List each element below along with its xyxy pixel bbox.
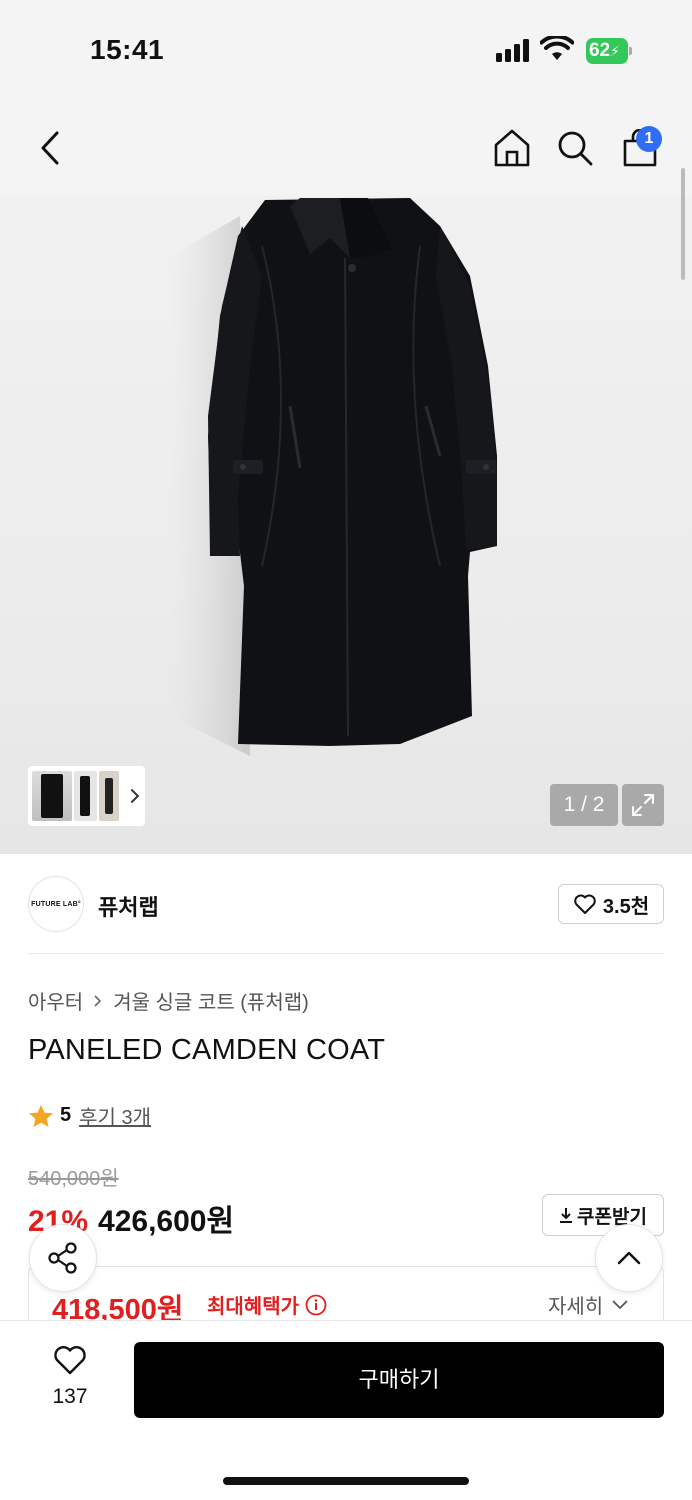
download-icon bbox=[560, 1208, 573, 1223]
detail-toggle[interactable]: 자세히 bbox=[548, 1290, 629, 1319]
wishlist-count: 137 bbox=[52, 1385, 88, 1408]
top-nav-bar bbox=[0, 100, 692, 196]
back-button[interactable] bbox=[30, 128, 70, 168]
scroll-to-top-button[interactable] bbox=[595, 1224, 663, 1292]
thumbnail-3[interactable] bbox=[99, 771, 120, 821]
home-icon bbox=[494, 129, 530, 167]
share-icon bbox=[48, 1242, 77, 1274]
star-icon bbox=[29, 1104, 53, 1127]
chevron-down-icon bbox=[612, 1299, 628, 1309]
sale-price: 426,600원 bbox=[98, 1205, 235, 1238]
heart-outline-icon bbox=[574, 894, 596, 914]
brand-name[interactable]: 퓨처랩 bbox=[98, 890, 159, 922]
search-button[interactable] bbox=[555, 128, 595, 168]
chevron-up-icon bbox=[617, 1251, 641, 1265]
max-benefit-label: 최대혜택가 bbox=[207, 1290, 327, 1319]
max-benefit-label-text: 최대혜택가 bbox=[207, 1296, 299, 1318]
breadcrumb-item-category[interactable]: 아우터 bbox=[28, 986, 83, 1015]
cellular-signal-icon bbox=[496, 39, 529, 62]
status-time: 15:41 bbox=[90, 34, 165, 65]
info-icon[interactable] bbox=[305, 1294, 327, 1316]
fullscreen-button[interactable] bbox=[622, 784, 664, 826]
battery-icon: 62⚡ bbox=[586, 38, 632, 64]
chevron-right-icon[interactable] bbox=[125, 786, 145, 806]
product-title: PANELED CAMDEN COAT bbox=[28, 1034, 386, 1066]
search-icon bbox=[558, 131, 593, 166]
chevron-left-icon bbox=[41, 131, 59, 165]
battery-level: 62 bbox=[589, 40, 611, 61]
product-gallery[interactable]: 1 / 2 bbox=[0, 196, 692, 854]
rating-summary: 5 후기 3개 bbox=[28, 1101, 151, 1130]
page-scrollbar[interactable] bbox=[681, 168, 685, 280]
brand-like-count: 3.5천 bbox=[602, 895, 650, 918]
breadcrumb-item-subcategory[interactable]: 겨울 싱글 코트 (퓨처랩) bbox=[113, 986, 309, 1015]
heart-outline-icon bbox=[54, 1346, 86, 1375]
divider bbox=[28, 953, 664, 954]
brand-like-button[interactable]: 3.5천 bbox=[558, 884, 664, 924]
original-price: 540,000원 bbox=[28, 1168, 119, 1190]
product-image-coat bbox=[170, 198, 497, 756]
buy-button[interactable]: 구매하기 bbox=[134, 1342, 664, 1418]
thumbnail-1[interactable] bbox=[32, 771, 72, 821]
breadcrumb: 아우터 겨울 싱글 코트 (퓨처랩) bbox=[28, 986, 309, 1015]
status-bar: 15:41 62⚡ bbox=[0, 0, 692, 100]
thumbnail-2[interactable] bbox=[73, 771, 98, 821]
expand-icon bbox=[632, 794, 654, 816]
rating-score: 5 bbox=[60, 1104, 72, 1126]
share-button[interactable] bbox=[29, 1224, 97, 1292]
image-counter: 1 / 2 bbox=[550, 784, 618, 826]
home-indicator[interactable] bbox=[223, 1477, 469, 1485]
brand-logo[interactable]: FUTURE LAB° bbox=[28, 876, 84, 932]
wifi-icon bbox=[540, 36, 574, 60]
home-button[interactable] bbox=[492, 128, 532, 168]
chevron-right-icon bbox=[94, 994, 102, 1007]
wishlist-button[interactable]: 137 bbox=[40, 1344, 100, 1409]
reviews-link[interactable]: 후기 3개 bbox=[79, 1101, 151, 1130]
thumbnail-strip[interactable] bbox=[28, 766, 145, 826]
detail-label: 자세히 bbox=[548, 1296, 604, 1318]
cart-count-badge: 1 bbox=[636, 126, 662, 152]
